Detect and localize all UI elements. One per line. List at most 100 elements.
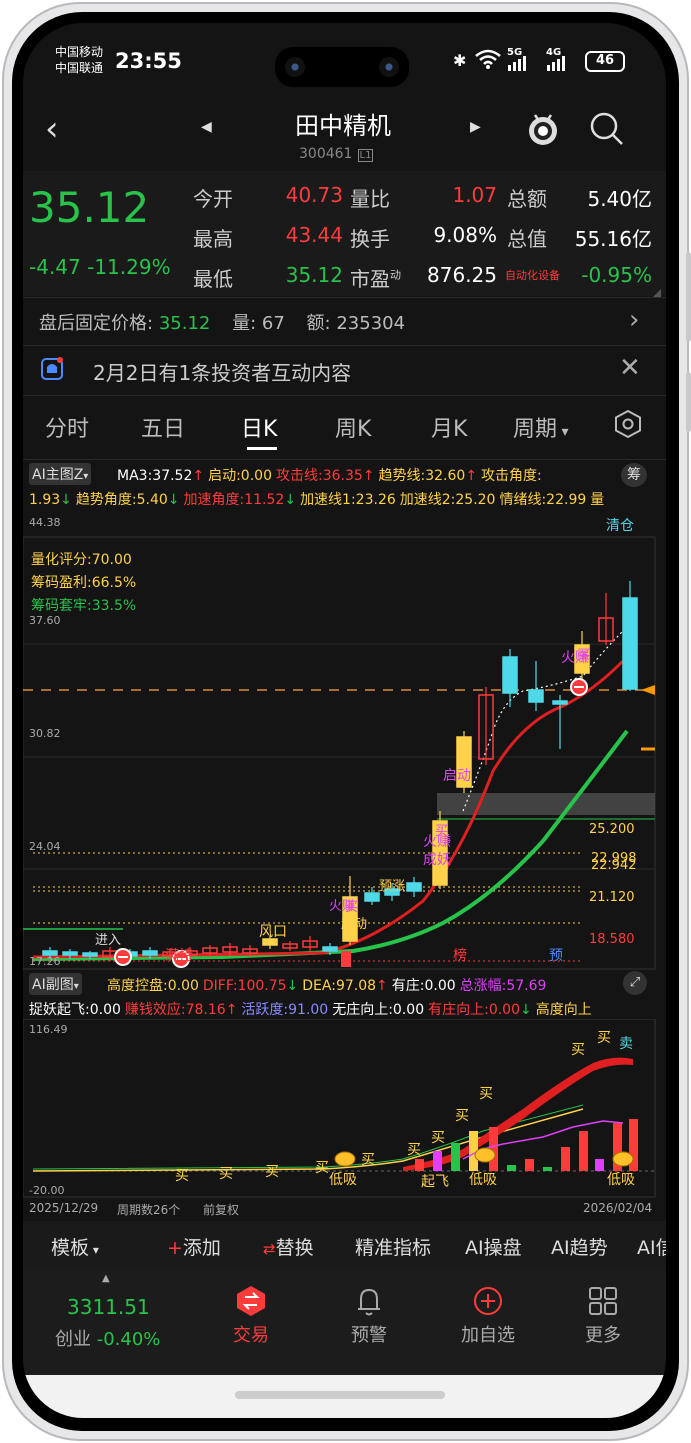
trade-nav-item[interactable]: 交易 — [223, 1285, 279, 1347]
change-percent: -11.29% — [87, 255, 171, 279]
indicator-bar — [451, 1143, 460, 1171]
date-start: 2025/12/29 — [29, 1201, 99, 1215]
clear-position-tag: 清仓 — [606, 518, 634, 534]
take-off-tag: 起飞 — [421, 1174, 449, 1190]
wind-tag: 风口 — [259, 924, 287, 940]
precise-indicator-button[interactable]: 精准指标 — [355, 1233, 431, 1260]
indicator-value: 情绪线:22.99 — [499, 492, 587, 508]
tab-daily-k[interactable]: 日K — [241, 411, 277, 443]
chip-profit: 筹码盈利:66.5% — [31, 575, 137, 591]
screen: 中国移动 中国联通 23:55 ✱ 5G 4G 46 ‹ ◀ 田中精机 3004… — [23, 23, 666, 1418]
trade-label: 交易 — [233, 1325, 269, 1346]
robot-assistant-icon[interactable] — [525, 109, 561, 153]
main-y-label: 24.04 — [29, 840, 61, 853]
search-icon[interactable] — [589, 111, 625, 151]
active-tab-indicator — [247, 447, 277, 450]
next-stock-icon[interactable]: ▶ — [470, 119, 481, 135]
indicator-value: 无庄向上:0.00 — [332, 1002, 425, 1018]
level-label: 18.580 — [589, 932, 635, 947]
power-button — [686, 372, 691, 432]
caret-down-icon: ▾ — [557, 424, 569, 440]
index-value[interactable]: 3311.51 — [67, 1295, 150, 1319]
index-row[interactable]: 创业 -0.40% — [55, 1325, 160, 1351]
chevron-right-icon[interactable]: › — [629, 305, 639, 335]
level-label: 21.120 — [589, 890, 635, 905]
industry-label[interactable]: 自动化设备 — [505, 267, 560, 283]
ai-more-button[interactable]: AI信 — [637, 1233, 666, 1260]
buy-tag: 买 — [431, 1130, 445, 1146]
sub-indicator-line-2: 捉妖起飞:0.00 赚钱效应:78.16↑ 活跃度:91.00 无庄向上:0.00 有庄… — [29, 999, 596, 1019]
replace-button[interactable]: ⇄替换 — [263, 1233, 314, 1260]
pressure-zone — [437, 793, 655, 815]
divider — [23, 297, 666, 298]
candle-body — [622, 597, 638, 690]
divider — [23, 345, 666, 346]
ai-trend-button[interactable]: AI趋势 — [551, 1233, 608, 1260]
tab-monthly-k[interactable]: 月K — [431, 411, 467, 443]
more-label: 更多 — [585, 1325, 621, 1346]
indicator-value: 量 — [590, 492, 605, 508]
settings-hex-icon[interactable] — [613, 409, 643, 443]
adjust-mode: 前复权 — [203, 1203, 240, 1217]
index-change: -0.40% — [96, 1329, 161, 1350]
main-indicator-selector[interactable]: AI主图Z▾ — [29, 463, 92, 485]
hot-profit-tag: 火赚 — [561, 650, 589, 666]
indicator-value: DEA:97.08 — [302, 978, 377, 994]
quant-score: 量化评分:70.00 — [31, 552, 132, 568]
vol-ratio-value: 1.07 — [452, 183, 497, 207]
main-y-label-min: 17.26 — [29, 955, 61, 968]
expand-icon[interactable]: ⤢ — [623, 971, 647, 995]
after-hours-row[interactable]: 盘后固定价格: 35.12 量: 67 额: 235304 — [39, 309, 405, 335]
signal-icon — [546, 55, 566, 75]
prev-stock-icon[interactable]: ◀ — [201, 119, 212, 135]
start-tag: 启动 — [443, 768, 471, 784]
candle-body — [406, 882, 422, 892]
candle-body — [62, 951, 78, 956]
plus-icon: + — [167, 1237, 183, 1259]
indicator-value: 有庄:0.00 — [391, 978, 456, 994]
ai-trade-button[interactable]: AI操盘 — [465, 1233, 522, 1260]
tab-period-label: 周期 — [513, 417, 558, 442]
home-indicator[interactable] — [235, 1391, 445, 1399]
arrow-down-icon: ↓ — [284, 492, 297, 508]
camera-cutout — [275, 47, 409, 87]
pe-value: 876.25 — [427, 263, 497, 287]
indicator-value: 加速线2:25.20 — [399, 492, 496, 508]
template-button[interactable]: 模板 ▾ — [51, 1233, 99, 1260]
add-indicator-button[interactable]: +添加 — [167, 1233, 221, 1260]
more-nav-item[interactable]: 更多 — [575, 1285, 631, 1347]
change-amount: -4.47 — [29, 255, 81, 279]
sub-indicator-selector[interactable]: AI副图▾ — [29, 973, 82, 995]
close-icon[interactable]: ✕ — [619, 353, 641, 383]
launch-tag: 起动 — [341, 917, 368, 932]
price-marker-icon — [641, 685, 655, 695]
indicator-value: 有庄向上:0.00 — [428, 1002, 520, 1018]
status-time: 23:55 — [115, 49, 182, 73]
price-change: -4.47 -11.29% — [29, 255, 171, 279]
add-watchlist-nav-item[interactable]: 加自选 — [453, 1285, 523, 1347]
indicator-value: 赚钱效应:78.16 — [124, 1002, 226, 1018]
sub-indicator-line-1: 高度控盘:0.00 DIFF:100.75↓ DEA:97.08↑ 有庄:0.00 总涨… — [107, 975, 550, 995]
main-indicator-line-2: 1.93↓ 趋势角度:5.40↓ 加速角度:11.52↓ 加速线1:23.26 加速线2… — [29, 489, 608, 509]
indicator-bar — [561, 1147, 570, 1171]
indicator-value: 启动:0.00 — [208, 468, 272, 484]
low-label: 最低 — [193, 267, 233, 291]
tab-intraday[interactable]: 分时 — [45, 411, 89, 443]
alert-nav-item[interactable]: 预警 — [341, 1285, 397, 1347]
indicator-value: 加速角度:11.52 — [183, 492, 285, 508]
notice-text[interactable]: 2月2日有1条投资者互动内容 — [93, 357, 351, 386]
back-icon[interactable]: ‹ — [45, 109, 59, 149]
forecast-tag: 预 — [549, 948, 563, 964]
chip-distribution-button[interactable]: 筹 — [621, 463, 647, 487]
bell-notice-icon — [39, 356, 65, 386]
tab-weekly-k[interactable]: 周K — [335, 411, 371, 443]
tab-period[interactable]: 周期 ▾ — [513, 411, 569, 443]
turnover-value: 9.08% — [433, 223, 497, 247]
pe-label: 市盈动 — [350, 263, 401, 292]
stock-title: 田中精机 — [295, 112, 391, 140]
plus-circle-icon — [474, 1287, 502, 1315]
arrow-down-icon: ↓ — [286, 978, 299, 994]
tab-five-day[interactable]: 五日 — [141, 411, 185, 443]
buy-tag: 买 — [597, 1030, 611, 1046]
market-cap-value: 55.16亿 — [574, 227, 652, 251]
